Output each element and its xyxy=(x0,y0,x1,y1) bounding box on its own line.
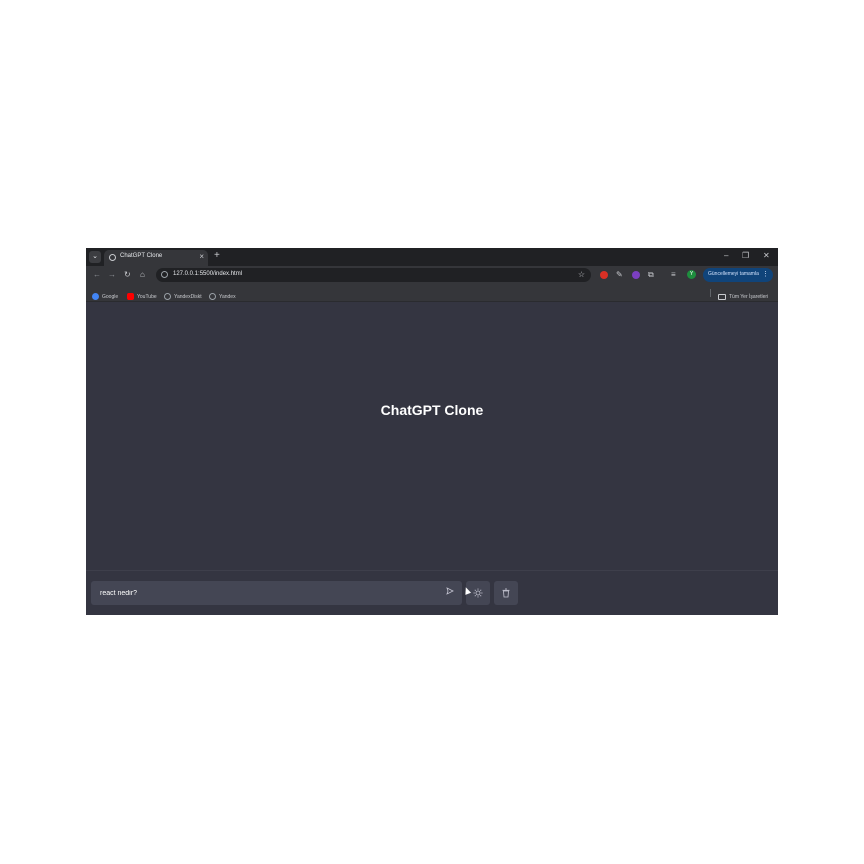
update-button[interactable]: Güncellemeyi tamamla ⋮ xyxy=(703,268,773,282)
send-icon[interactable] xyxy=(443,586,457,600)
bookmark-label: YandexDiskt xyxy=(174,293,202,300)
browser-toolbar: ← → ↻ ⌂ 127.0.0.1:5500/index.html ☆ ✎ ⧉ … xyxy=(86,266,778,284)
home-icon[interactable]: ⌂ xyxy=(140,269,145,281)
extensions-puzzle-icon[interactable]: ⧉ xyxy=(648,269,654,281)
bookmark-label: YouTube xyxy=(137,293,157,300)
reload-icon[interactable]: ↻ xyxy=(124,269,131,281)
forward-arrow-icon[interactable]: → xyxy=(108,269,116,281)
eyedropper-icon[interactable]: ✎ xyxy=(616,269,623,281)
all-bookmarks[interactable]: Tüm Yer İşaretleri xyxy=(718,288,769,300)
bookmarks-bar: Google YouTube YandexDiskt Yandex Tüm Ye… xyxy=(86,284,778,302)
sun-icon xyxy=(473,588,483,598)
media-controls-icon[interactable]: ≡ xyxy=(671,269,676,281)
bookmark-label: Yandex xyxy=(219,293,236,300)
bookmarks-divider xyxy=(710,289,711,297)
page-title: ChatGPT Clone xyxy=(380,402,484,418)
folder-icon xyxy=(718,293,726,300)
update-button-label: Güncellemeyi tamamla xyxy=(708,271,759,277)
google-icon xyxy=(92,293,99,301)
globe-icon xyxy=(109,254,116,261)
back-arrow-icon[interactable]: ← xyxy=(93,269,101,281)
bookmark-yandex[interactable]: Yandex xyxy=(209,288,236,301)
extension-purple-icon[interactable] xyxy=(632,271,640,279)
globe-icon xyxy=(209,293,216,301)
profile-avatar[interactable]: Y xyxy=(687,270,696,279)
address-url[interactable]: 127.0.0.1:5500/index.html xyxy=(173,271,242,277)
tab-search-icon[interactable]: ⌄ xyxy=(89,251,101,263)
menu-dots-icon[interactable]: ⋮ xyxy=(762,269,769,281)
window-close-button[interactable]: ✕ xyxy=(763,250,770,262)
minimize-button[interactable]: – xyxy=(724,250,728,262)
all-bookmarks-label: Tüm Yer İşaretleri xyxy=(729,293,769,300)
tab-title: ChatGPT Clone xyxy=(120,253,163,259)
delete-chat-button[interactable] xyxy=(494,581,518,605)
bookmark-label: Google xyxy=(102,293,119,300)
tab-strip: ⌄ ChatGPT Clone × + – ❐ ✕ xyxy=(86,248,778,266)
new-tab-button[interactable]: + xyxy=(214,250,220,262)
address-bar[interactable]: 127.0.0.1:5500/index.html ☆ xyxy=(156,268,591,282)
globe-icon xyxy=(164,293,171,301)
chat-input[interactable] xyxy=(91,581,462,605)
page-content: ChatGPT Clone xyxy=(86,302,778,615)
extension-red-icon[interactable] xyxy=(600,271,608,279)
bookmark-yandexdiskt[interactable]: YandexDiskt xyxy=(164,288,202,301)
browser-window: ⌄ ChatGPT Clone × + – ❐ ✕ ← → ↻ ⌂ 127.0.… xyxy=(86,248,778,615)
bookmark-youtube[interactable]: YouTube xyxy=(127,288,157,301)
trash-icon xyxy=(502,588,510,598)
chat-composer xyxy=(86,570,778,615)
youtube-icon xyxy=(127,293,134,301)
site-info-icon[interactable] xyxy=(161,271,168,278)
bookmark-google[interactable]: Google xyxy=(92,288,119,301)
restore-button[interactable]: ❐ xyxy=(742,250,749,262)
tab-chatgpt-clone[interactable]: ChatGPT Clone × xyxy=(104,250,208,266)
bookmark-star-icon[interactable]: ☆ xyxy=(578,269,585,281)
close-icon[interactable]: × xyxy=(199,252,204,262)
